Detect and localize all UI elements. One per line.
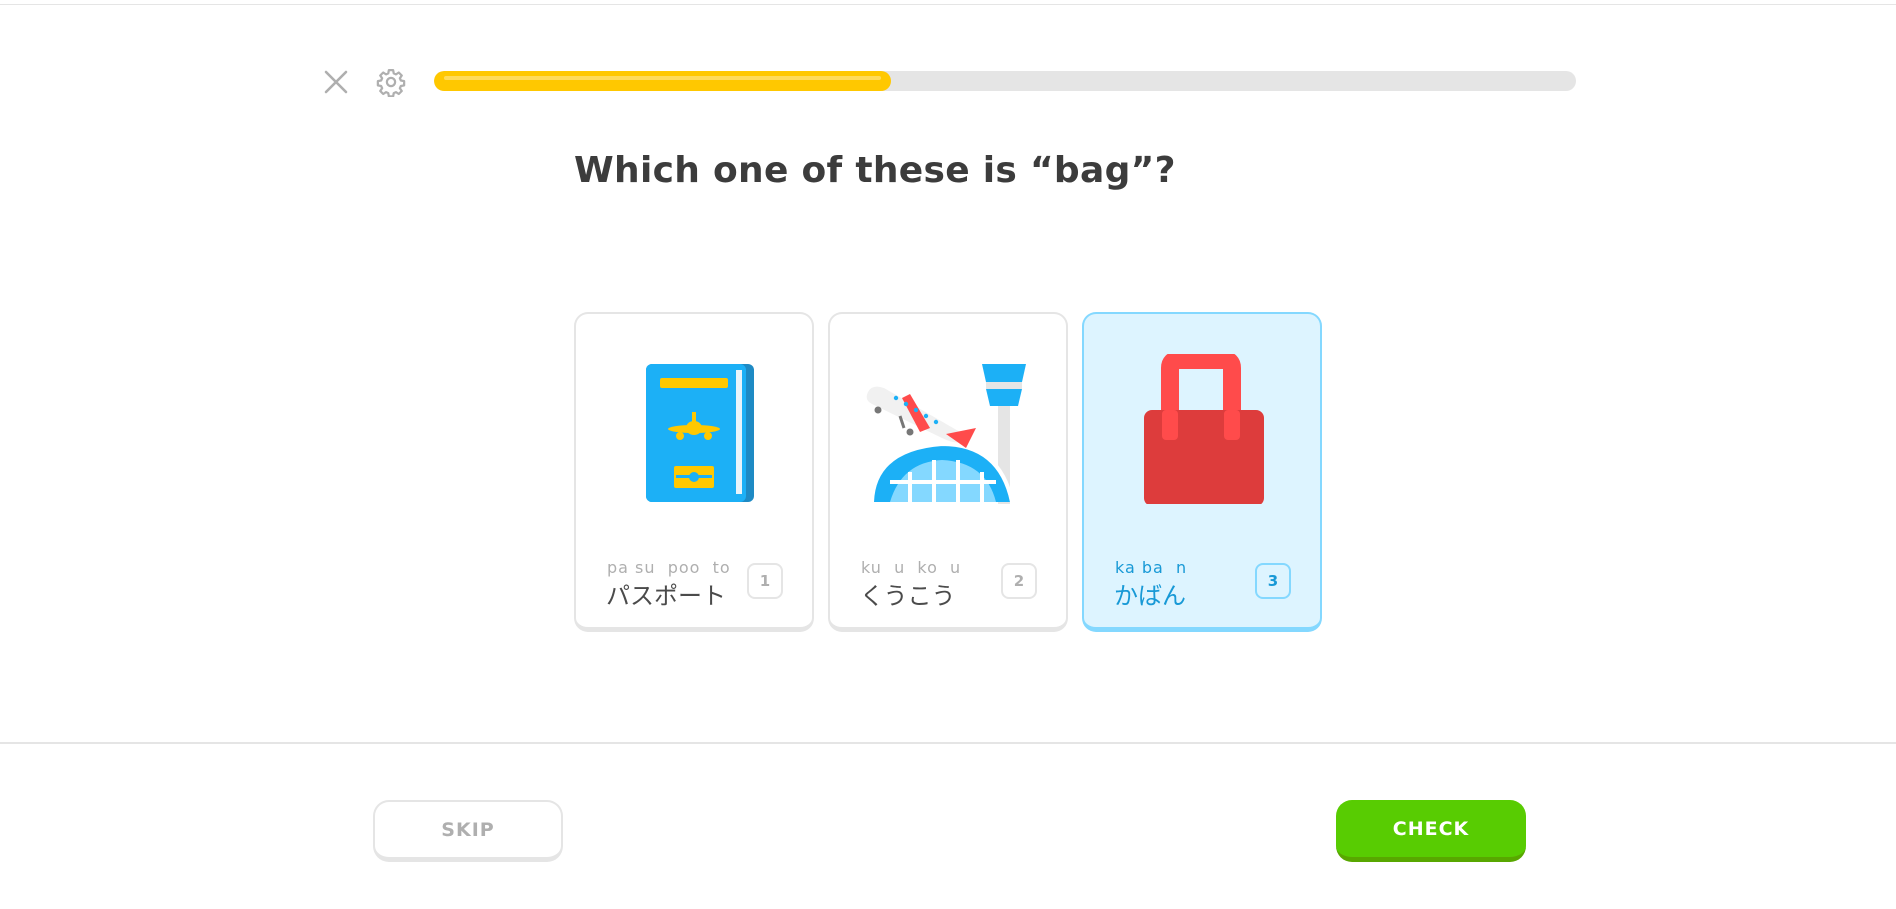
choice-romaji: pa su poo to [607,558,731,577]
choice-key-hint: 3 [1255,563,1291,599]
choice-romaji: ka ba n [1115,558,1188,577]
close-icon [324,70,348,94]
choice-card-passport[interactable]: pa su poo to パスポート 1 [574,312,814,632]
lesson-progress-bar [434,71,1576,91]
skip-button[interactable]: SKIP [373,800,563,862]
airport-image [866,364,1026,504]
choice-card-airport[interactable]: ku u ko u くうこう 2 [828,312,1068,632]
bag-image [1144,354,1264,504]
choice-key-hint: 2 [1001,563,1037,599]
top-divider [0,4,1896,5]
footer-divider [0,742,1896,744]
check-button[interactable]: CHECK [1336,800,1526,862]
choice-kana: くうこう [860,582,956,610]
question-prompt: Which one of these is “bag”? [574,150,1176,191]
close-button[interactable] [320,66,352,98]
choice-kana: かばん [1114,582,1186,610]
choice-kana: パスポート [606,582,726,610]
gear-icon [376,69,406,97]
choice-card-bag[interactable]: ka ba n かばん 3 [1082,312,1322,632]
settings-button[interactable] [374,65,408,99]
passport-image [646,364,754,502]
choice-key-hint: 1 [747,563,783,599]
progress-fill [434,71,891,91]
choice-romaji: ku u ko u [861,558,962,577]
